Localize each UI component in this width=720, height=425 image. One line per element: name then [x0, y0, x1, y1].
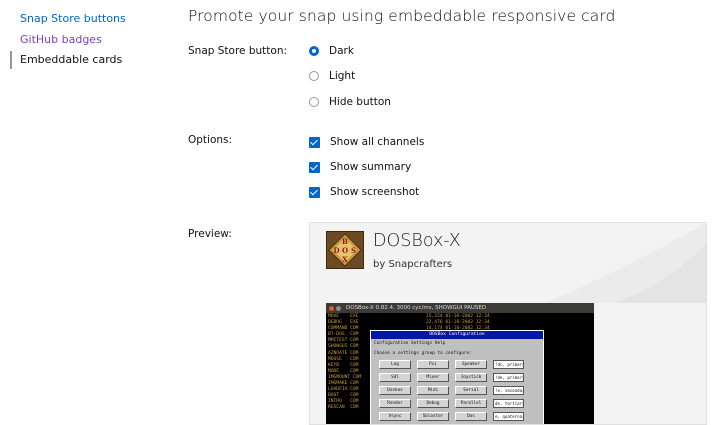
- nav-github-badges[interactable]: GitHub badges: [20, 33, 102, 46]
- radio-dark-label: Dark: [329, 45, 354, 57]
- dialog-button: Mixer: [417, 373, 449, 382]
- preview-label: Preview:: [188, 228, 232, 240]
- radio-hide-button[interactable]: Hide button: [309, 94, 391, 110]
- svg-text:B: B: [342, 237, 348, 246]
- options-label: Options:: [188, 134, 233, 146]
- dialog-button: Vsync: [379, 412, 411, 421]
- dialog-button: Parallel: [455, 399, 487, 408]
- dialog-side-box: !de, primary: [493, 373, 524, 382]
- active-indicator: [10, 51, 12, 69]
- card-background-shape: [546, 223, 706, 303]
- dialog-side-box: de, tertiary: [493, 399, 524, 408]
- dialog-button: Speaker: [455, 360, 487, 369]
- dosbox-logo-icon: B D O S X: [327, 232, 363, 268]
- checkbox-show-all-channels-label: Show all channels: [330, 136, 425, 148]
- dialog-button: Render: [379, 399, 411, 408]
- preview-card[interactable]: B D O S X DOSBox-X by Snapcrafters DOSBo…: [309, 222, 707, 425]
- checkbox-show-summary-box[interactable]: [309, 161, 320, 173]
- checkbox-show-all-channels[interactable]: Show all channels: [309, 134, 424, 150]
- dialog-button: Sdl: [379, 373, 411, 382]
- svg-text:S: S: [351, 246, 356, 255]
- dialog-button: Debug: [417, 399, 449, 408]
- dialog-button: Pci: [417, 360, 449, 369]
- svg-text:O: O: [342, 246, 348, 255]
- app-publisher: by Snapcrafters: [373, 259, 453, 270]
- app-name[interactable]: DOSBox-X: [373, 231, 461, 251]
- dialog-side-box: e, quaternary: [493, 412, 524, 421]
- nav-snap-store-buttons[interactable]: Snap Store buttons: [20, 12, 126, 25]
- dialog-button: Serial: [455, 386, 487, 395]
- page-title: Promote your snap using embeddable respo…: [188, 7, 616, 25]
- svg-text:D: D: [333, 246, 339, 255]
- window-minimize-icon: [336, 306, 341, 311]
- radio-light-indicator[interactable]: [309, 71, 319, 81]
- app-icon: B D O S X: [326, 231, 364, 269]
- dialog-button: Sblaster: [417, 412, 449, 421]
- dos-file-list: MOVE EXE DEBUG EXE COMMAND COM BT-DOS CO…: [328, 314, 362, 411]
- app-screenshot: DOSBox-X 0.82.4, 3000 cyc/ms, SHOWGUI PA…: [326, 303, 594, 424]
- radio-hide-label: Hide button: [329, 96, 391, 108]
- dialog-side-box: !dc, primary: [493, 360, 524, 369]
- screenshot-window-title: DOSBox-X 0.82.4, 3000 cyc/ms, SHOWGUI PA…: [346, 305, 487, 311]
- radio-dark[interactable]: Dark: [309, 43, 354, 59]
- dialog-side-box: !e, secondary: [493, 386, 524, 395]
- screenshot-titlebar: DOSBox-X 0.82.4, 3000 cyc/ms, SHOWGUI PA…: [326, 303, 594, 313]
- checkbox-show-summary[interactable]: Show summary: [309, 159, 411, 175]
- dialog-button: Dos: [455, 412, 487, 421]
- dosbox-config-dialog: DOSBox Configuration Configuration Setti…: [370, 330, 544, 424]
- store-button-label: Snap Store button:: [188, 45, 288, 57]
- checkbox-show-screenshot-label: Show screenshot: [330, 186, 420, 198]
- radio-light-label: Light: [329, 70, 356, 82]
- checkbox-show-all-channels-box[interactable]: [309, 136, 320, 148]
- svg-text:X: X: [342, 255, 348, 264]
- dialog-title: DOSBox Configuration: [371, 331, 543, 339]
- dialog-prompt: Choose a settings group to configure:: [374, 351, 472, 356]
- dialog-button: Dosbox: [379, 386, 411, 395]
- nav-embeddable-cards[interactable]: Embeddable cards: [20, 53, 122, 66]
- dialog-button: Log: [379, 360, 411, 369]
- dialog-button: Midi: [417, 386, 449, 395]
- radio-hide-indicator[interactable]: [309, 97, 319, 107]
- checkbox-show-screenshot-box[interactable]: [309, 186, 320, 198]
- checkbox-show-screenshot[interactable]: Show screenshot: [309, 184, 419, 200]
- window-close-icon: [329, 306, 334, 311]
- radio-dark-indicator[interactable]: [309, 46, 319, 56]
- dialog-menu: Configuration Settings Help: [374, 341, 446, 346]
- checkbox-show-summary-label: Show summary: [330, 161, 412, 173]
- dialog-button: Joystick: [455, 373, 487, 382]
- radio-light[interactable]: Light: [309, 68, 355, 84]
